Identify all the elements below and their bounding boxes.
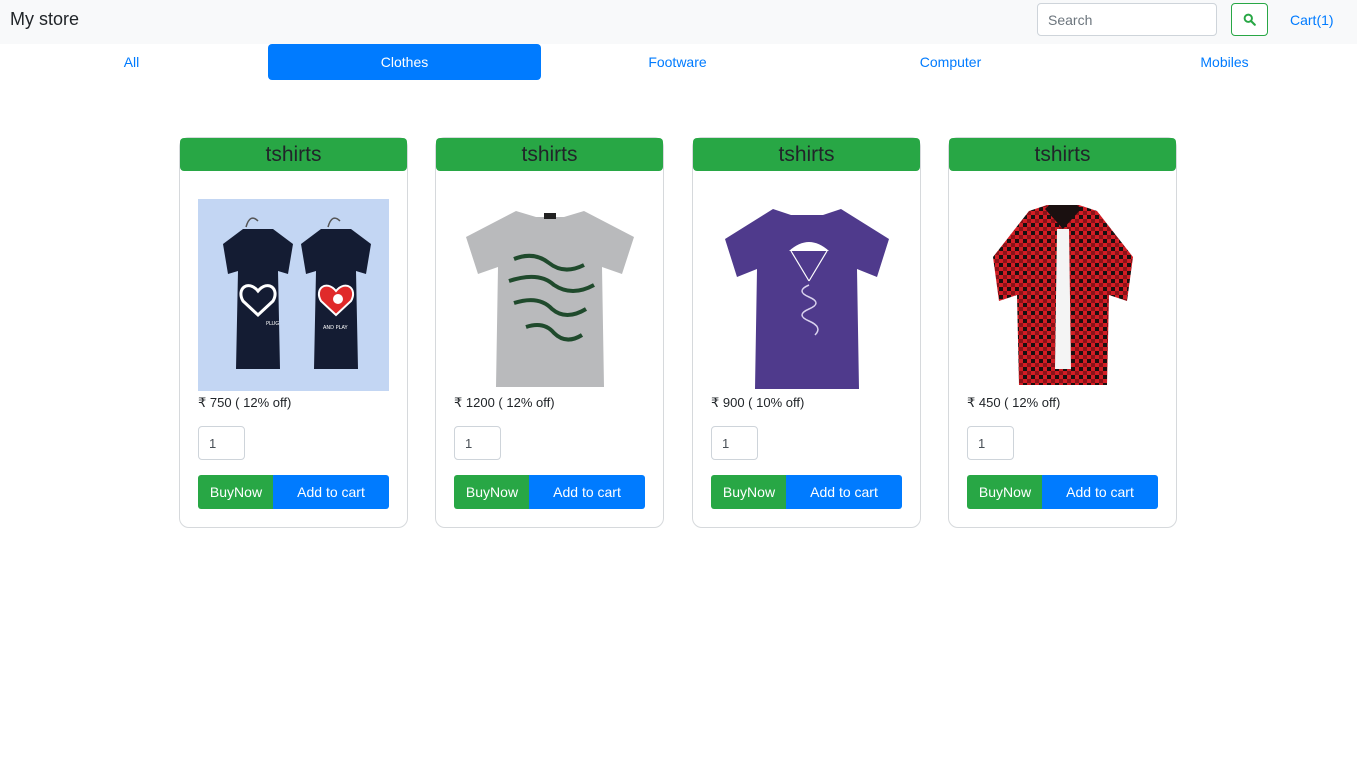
add-to-cart-button[interactable]: Add to cart (529, 475, 645, 509)
tab-computer[interactable]: Computer (814, 44, 1087, 80)
add-to-cart-button[interactable]: Add to cart (273, 475, 389, 509)
product-price: ₹ 1200 ( 12% off) (454, 395, 555, 410)
tab-footware[interactable]: Footware (541, 44, 814, 80)
product-title: tshirts (693, 138, 920, 171)
product-image[interactable] (454, 199, 645, 391)
tab-mobiles[interactable]: Mobiles (1088, 44, 1361, 80)
product-price: ₹ 900 ( 10% off) (711, 395, 805, 410)
buy-now-button[interactable]: BuyNow (967, 475, 1043, 509)
cart-link[interactable]: Cart(1) (1290, 12, 1334, 28)
svg-text:AND PLAY: AND PLAY (323, 325, 349, 331)
product-price: ₹ 750 ( 12% off) (198, 395, 292, 410)
product-image[interactable]: PLUG AND PLAY (198, 199, 389, 391)
product-card: tshirts ₹ 450 ( 12% off) BuyNow Add to c… (948, 137, 1177, 528)
buy-now-button[interactable]: BuyNow (198, 475, 274, 509)
buy-now-button[interactable]: BuyNow (711, 475, 787, 509)
svg-text:PLUG: PLUG (266, 321, 279, 327)
search-button[interactable] (1231, 3, 1268, 36)
quantity-input[interactable] (454, 426, 501, 460)
quantity-input[interactable] (198, 426, 245, 460)
product-image[interactable] (711, 199, 902, 391)
search-input[interactable] (1037, 3, 1217, 36)
product-title: tshirts (436, 138, 663, 171)
product-card: tshirts PLUG AND PLAY ₹ 750 ( 12% off) B… (179, 137, 408, 528)
tab-all[interactable]: All (0, 44, 268, 80)
product-price: ₹ 450 ( 12% off) (967, 395, 1061, 410)
product-title: tshirts (949, 138, 1176, 171)
tab-clothes[interactable]: Clothes (268, 44, 541, 80)
quantity-input[interactable] (967, 426, 1014, 460)
product-card: tshirts ₹ 1200 ( 12% off) BuyNow Add to … (435, 137, 664, 528)
product-card: tshirts ₹ 900 ( 10% off) BuyNow Add to c… (692, 137, 921, 528)
add-to-cart-button[interactable]: Add to cart (1042, 475, 1158, 509)
navbar: My store Cart(1) (0, 0, 1357, 44)
add-to-cart-button[interactable]: Add to cart (786, 475, 902, 509)
product-image[interactable] (967, 199, 1158, 391)
search-icon (1243, 13, 1256, 26)
product-title: tshirts (180, 138, 407, 171)
brand-title[interactable]: My store (10, 9, 79, 30)
buy-now-button[interactable]: BuyNow (454, 475, 530, 509)
quantity-input[interactable] (711, 426, 758, 460)
